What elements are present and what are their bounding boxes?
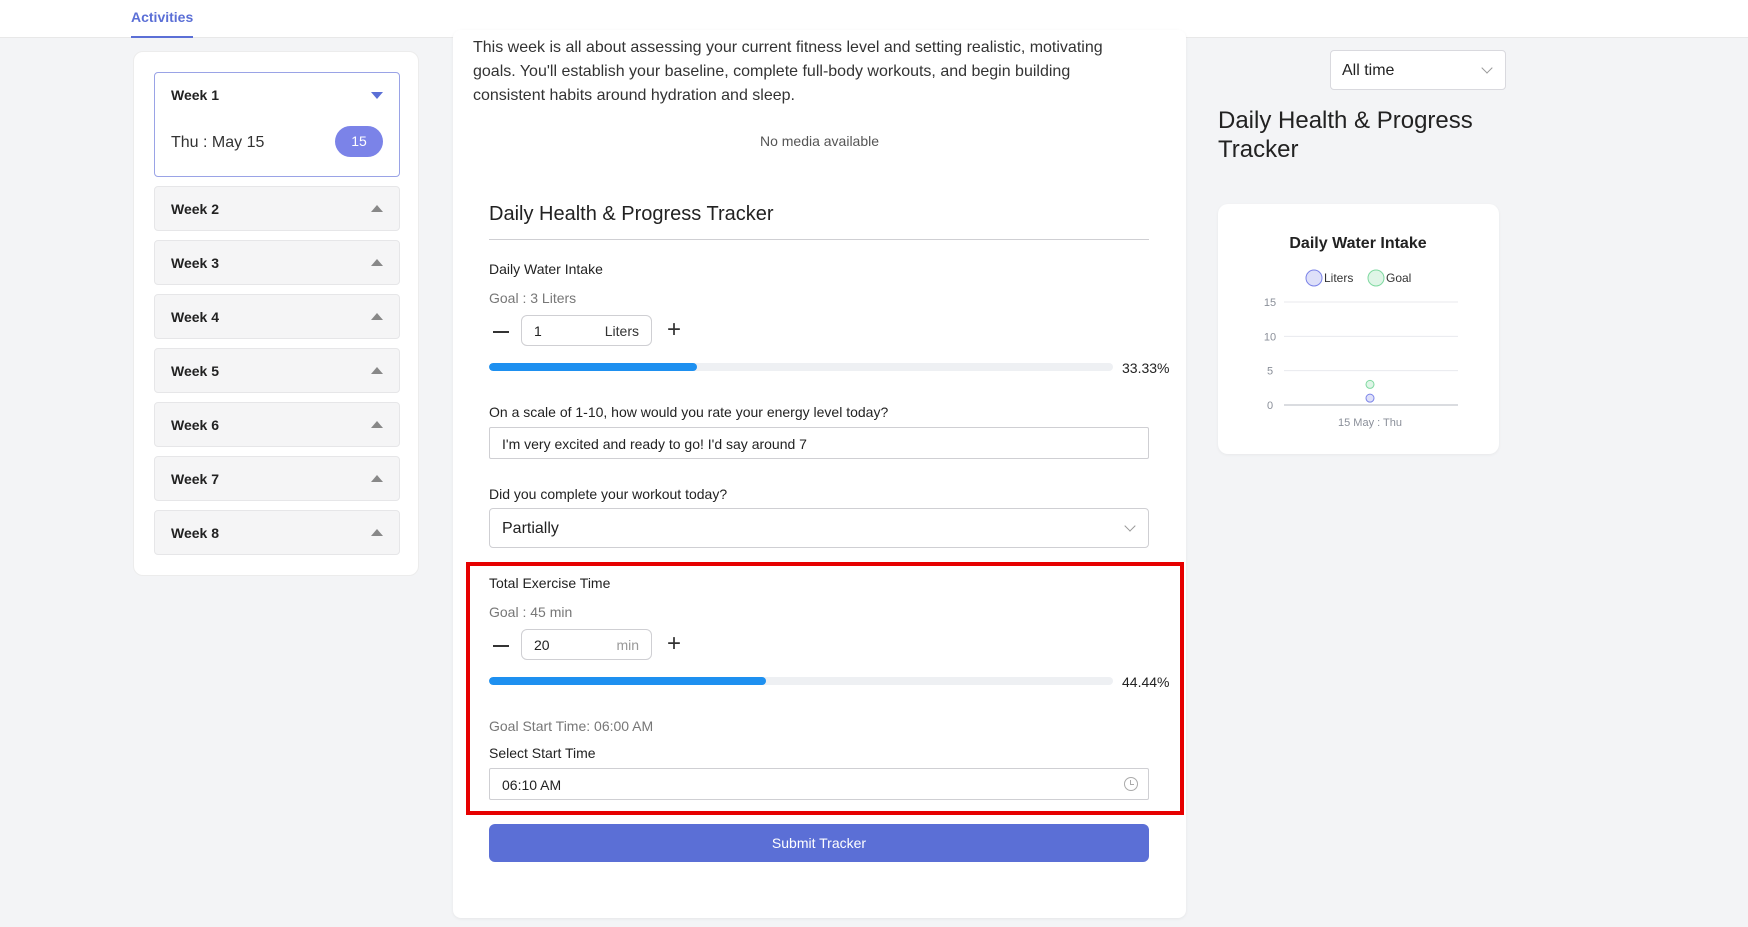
caret-up-icon <box>371 367 383 374</box>
week-label: Week 7 <box>171 471 219 487</box>
workout-label: Did you complete your workout today? <box>489 486 728 502</box>
right-panel-title: Daily Health & Progress Tracker <box>1218 107 1473 163</box>
week-7-accordion[interactable]: Week 7 <box>154 456 400 501</box>
week-label: Week 6 <box>171 417 219 433</box>
workout-value: Partially <box>502 520 559 537</box>
caret-up-icon <box>371 259 383 266</box>
water-progress-bar <box>489 363 1113 371</box>
water-intake-chart: Daily Water Intake Liters Goal 0 5 10 15 15 May… <box>1264 235 1458 429</box>
caret-up-icon <box>371 475 383 482</box>
no-media-text: No media available <box>759 133 880 149</box>
chart-title: Daily Water Intake <box>1289 235 1426 252</box>
caret-up-icon <box>371 529 383 536</box>
y-tick-label: 15 <box>1264 297 1276 309</box>
caret-up-icon <box>371 421 383 428</box>
water-input[interactable]: 1 Liters <box>521 315 652 346</box>
week-label: Week 5 <box>171 363 219 379</box>
y-tick-label: 5 <box>1267 366 1273 378</box>
week-label: Week 8 <box>171 525 219 541</box>
water-decrement-button[interactable] <box>493 331 509 333</box>
week-2-accordion[interactable]: Week 2 <box>154 186 400 231</box>
water-unit: Liters <box>604 323 639 339</box>
caret-up-icon <box>371 313 383 320</box>
week-3-accordion[interactable]: Week 3 <box>154 240 400 285</box>
water-label: Daily Water Intake <box>489 261 603 277</box>
water-progress-fill <box>489 363 697 371</box>
water-goal: Goal : 3 Liters <box>489 290 577 306</box>
caret-up-icon <box>371 205 383 212</box>
tab-activities[interactable]: Activities <box>131 9 194 38</box>
water-intake-chart-card: Daily Water Intake Liters Goal 0 5 10 15 15 May… <box>1218 204 1499 454</box>
day-label[interactable]: Thu : May 15 <box>171 134 264 152</box>
water-increment-button[interactable]: + <box>667 318 681 342</box>
workout-select[interactable]: Partially <box>489 508 1149 548</box>
energy-label: On a scale of 1-10, how would you rate y… <box>489 404 889 420</box>
divider <box>489 239 1149 240</box>
week-label: Week 1 <box>171 87 219 103</box>
data-point-goal <box>1365 379 1375 389</box>
x-tick-label: 15 May : Thu <box>1338 417 1402 429</box>
energy-value: I'm very excited and ready to go! I'd sa… <box>502 436 807 452</box>
day-badge[interactable]: 15 <box>335 126 383 157</box>
y-tick-label: 10 <box>1264 331 1276 343</box>
week-5-accordion[interactable]: Week 5 <box>154 348 400 393</box>
highlight-box <box>466 562 1184 815</box>
week-1-accordion[interactable]: Week 1 Thu : May 15 15 <box>154 72 400 177</box>
caret-down-icon[interactable] <box>371 92 383 99</box>
submit-label: Submit Tracker <box>771 835 867 851</box>
legend-swatch-liters <box>1305 269 1323 287</box>
time-range-select[interactable]: All time <box>1330 50 1506 90</box>
chevron-down-icon <box>1481 62 1493 74</box>
tracker-title: Daily Health & Progress Tracker <box>489 203 774 225</box>
submit-tracker-button[interactable]: Submit Tracker <box>489 824 1149 862</box>
week-label: Week 2 <box>171 201 219 217</box>
y-tick-label: 0 <box>1267 400 1273 412</box>
energy-input[interactable]: I'm very excited and ready to go! I'd sa… <box>489 427 1149 459</box>
time-range-value: All time <box>1342 62 1395 79</box>
weeks-sidebar: Week 1 Thu : May 15 15 Week 2 Week 3 Wee… <box>133 51 419 576</box>
water-progress-text: 33.33% <box>1122 360 1170 376</box>
data-point-liters <box>1365 393 1375 403</box>
week-8-accordion[interactable]: Week 8 <box>154 510 400 555</box>
week-label: Week 4 <box>171 309 219 325</box>
week-4-accordion[interactable]: Week 4 <box>154 294 400 339</box>
week-6-accordion[interactable]: Week 6 <box>154 402 400 447</box>
legend-label-goal: Goal <box>1386 271 1411 285</box>
water-value: 1 <box>534 323 542 339</box>
chevron-down-icon <box>1124 520 1136 532</box>
week-label: Week 3 <box>171 255 219 271</box>
legend-label-liters: Liters <box>1324 271 1353 285</box>
legend-swatch-goal <box>1367 269 1385 287</box>
week-description: This week is all about assessing your cu… <box>473 39 1103 104</box>
